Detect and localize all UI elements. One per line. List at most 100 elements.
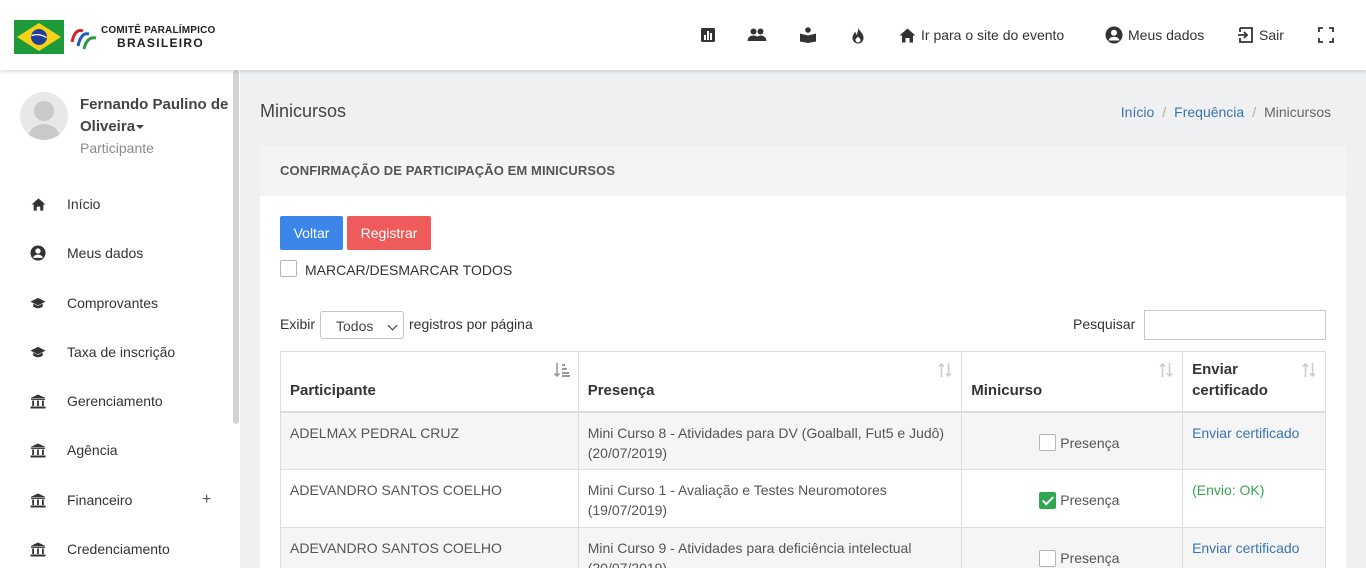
- expand-plus-icon[interactable]: +: [202, 491, 211, 509]
- sidebar-item-label: Agência: [67, 442, 118, 458]
- column-minicurso[interactable]: Minicurso: [961, 351, 1184, 413]
- fire-icon[interactable]: [848, 25, 868, 45]
- course-cell: Mini Curso 8 - Atividades para DV (Goalb…: [577, 411, 963, 470]
- my-data-label: Meus dados: [1128, 27, 1205, 43]
- brazil-flag-icon: [14, 20, 64, 54]
- minicourses-table: Participante Presença Minicurso Enviar c…: [280, 351, 1326, 568]
- graduation-cap-icon: [30, 295, 46, 311]
- fullscreen-icon[interactable]: [1316, 25, 1336, 45]
- back-button[interactable]: Voltar: [280, 216, 343, 250]
- logout-link[interactable]: Sair: [1238, 25, 1284, 45]
- chart-icon[interactable]: [698, 25, 718, 45]
- presence-cell: Presença: [961, 527, 1184, 568]
- breadcrumb-inicio[interactable]: Início: [1121, 104, 1154, 120]
- logo-line-2: BRASILEIRO: [117, 36, 205, 50]
- sort-icon[interactable]: [1158, 362, 1174, 384]
- user-name: Fernando Paulino de Oliveira: [80, 96, 229, 135]
- sidebar-item-inicio[interactable]: Início: [0, 184, 232, 224]
- course-cell: Mini Curso 9 - Atividades para deficiênc…: [577, 527, 963, 568]
- top-bar: COMITÊ PARALÍMPICO BRASILEIRO Ir para o …: [0, 0, 1366, 70]
- home-icon: [30, 196, 46, 212]
- column-label: Presença: [587, 381, 655, 399]
- presence-cell: Presença: [961, 469, 1184, 528]
- certificate-cell: Enviar certificado: [1182, 527, 1326, 568]
- sidebar-item-taxa-inscricao[interactable]: Taxa de inscrição: [0, 332, 232, 372]
- page-title: Minicursos: [260, 101, 347, 121]
- presence-checkbox[interactable]: [1039, 491, 1057, 509]
- presence-checkbox[interactable]: [1039, 434, 1057, 451]
- paralympic-agitos-icon: [69, 22, 99, 52]
- sidebar-item-gerenciamento[interactable]: Gerenciamento: [0, 381, 232, 421]
- avatar[interactable]: [20, 92, 68, 140]
- sidebar-item-financeiro[interactable]: Financeiro +: [0, 480, 232, 520]
- column-enviar-certificado[interactable]: Enviar certificado: [1182, 351, 1326, 413]
- send-certificate-link[interactable]: Enviar certificado: [1192, 425, 1299, 441]
- card-title: CONFIRMAÇÃO DE PARTICIPAÇÃO EM MINICURSO…: [260, 146, 1346, 196]
- logout-label: Sair: [1259, 27, 1284, 43]
- bank-icon: [30, 442, 46, 458]
- column-participante[interactable]: Participante: [280, 351, 579, 413]
- site-link-label: Ir para o site do evento: [921, 27, 1065, 43]
- logout-icon: [1238, 27, 1253, 43]
- sort-icon[interactable]: [937, 362, 953, 384]
- column-label: Participante: [290, 381, 376, 399]
- breadcrumb-current: Minicursos: [1264, 104, 1331, 120]
- presence-label: Presença: [1060, 434, 1120, 451]
- table-row: ADELMAX PEDRAL CRUZ Mini Curso 8 - Ativi…: [280, 411, 1326, 470]
- course-cell: Mini Curso 1 - Avaliação e Testes Neurom…: [577, 469, 963, 528]
- certificate-cell: Enviar certificado: [1182, 411, 1326, 470]
- user-name-menu[interactable]: Fernando Paulino de Oliveira: [80, 94, 230, 138]
- sidebar-item-label: Taxa de inscrição: [67, 344, 176, 360]
- caret-down-icon: [136, 125, 145, 130]
- table-row: ADEVANDRO SANTOS COELHO Mini Curso 9 - A…: [280, 527, 1326, 568]
- column-presenca[interactable]: Presença: [577, 351, 963, 413]
- mark-all-checkbox[interactable]: [280, 260, 297, 277]
- send-certificate-link[interactable]: Enviar certificado: [1192, 540, 1299, 556]
- user-role: Participante: [80, 140, 154, 156]
- sidebar-item-label: Gerenciamento: [67, 393, 163, 409]
- participant-cell: ADEVANDRO SANTOS COELHO: [280, 469, 579, 528]
- sort-asc-icon[interactable]: [553, 362, 570, 384]
- show-label: Exibir: [280, 316, 316, 332]
- presence-cell: Presença: [961, 411, 1184, 470]
- sidebar-item-label: Financeiro: [67, 492, 133, 508]
- page-size-value: Todos: [336, 318, 374, 334]
- presence-label: Presença: [1060, 550, 1120, 566]
- search-input[interactable]: [1144, 310, 1326, 340]
- table-row: ADEVANDRO SANTOS COELHO Mini Curso 1 - A…: [280, 469, 1326, 528]
- sidebar-item-label: Início: [67, 196, 101, 212]
- presence-checkbox[interactable]: [1039, 549, 1057, 567]
- user-circle-icon: [1105, 26, 1123, 44]
- logo[interactable]: COMITÊ PARALÍMPICO BRASILEIRO: [14, 20, 216, 54]
- bank-icon: [30, 393, 46, 409]
- sidebar-item-agencia[interactable]: Agência: [0, 430, 232, 470]
- sidebar-item-comprovantes[interactable]: Comprovantes: [0, 283, 232, 323]
- column-label: Minicurso: [971, 381, 1043, 399]
- register-button[interactable]: Registrar: [347, 216, 431, 250]
- user-circle-icon: [30, 245, 46, 261]
- reader-icon[interactable]: [798, 25, 818, 45]
- breadcrumb: Início / Frequência / Minicursos: [1120, 104, 1331, 120]
- graduation-cap-icon: [30, 344, 46, 360]
- sidebar-item-label: Credenciamento: [67, 541, 170, 557]
- sort-icon[interactable]: [1301, 362, 1317, 384]
- participant-cell: ADEVANDRO SANTOS COELHO: [280, 527, 579, 568]
- certificate-cell: (Envio: OK): [1182, 469, 1326, 528]
- certificate-status: (Envio: OK): [1192, 482, 1265, 498]
- search-label: Pesquisar: [1073, 316, 1136, 332]
- sidebar-scrollbar[interactable]: [233, 70, 239, 424]
- site-link[interactable]: Ir para o site do evento: [899, 25, 1064, 45]
- column-label: Enviar certificado: [1192, 360, 1268, 399]
- people-icon[interactable]: [747, 25, 767, 45]
- presence-label: Presença: [1060, 492, 1120, 508]
- sidebar-item-credenciamento[interactable]: Credenciamento: [0, 529, 232, 568]
- chevron-down-icon: [387, 320, 398, 331]
- page-size-select[interactable]: Todos: [320, 311, 404, 339]
- my-data-link[interactable]: Meus dados: [1105, 25, 1204, 45]
- participant-cell: ADELMAX PEDRAL CRUZ: [280, 411, 579, 470]
- bank-icon: [30, 492, 46, 508]
- breadcrumb-frequencia[interactable]: Frequência: [1174, 104, 1244, 120]
- sidebar-item-meus-dados[interactable]: Meus dados: [0, 233, 232, 273]
- sidebar: Fernando Paulino de Oliveira Participant…: [0, 70, 240, 568]
- mark-all-label: MARCAR/DESMARCAR TODOS: [305, 262, 513, 278]
